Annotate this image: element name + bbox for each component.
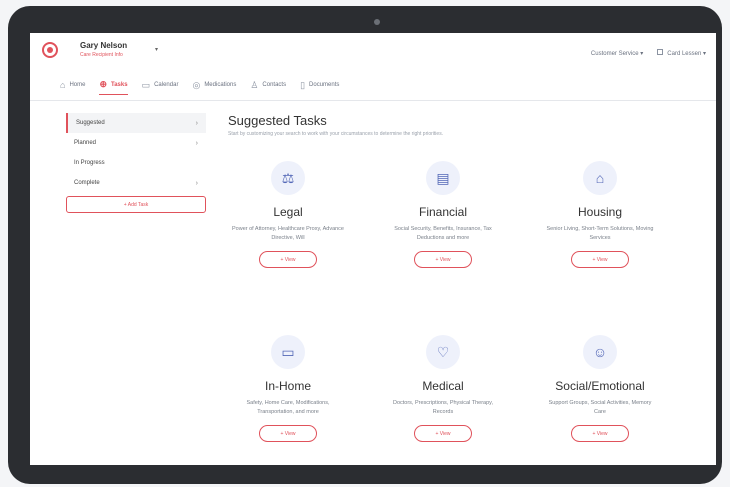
card-description: Doctors, Prescriptions, Physical Therapy…	[392, 400, 494, 415]
tab-tasks[interactable]: ⊕ Tasks	[99, 75, 128, 95]
tab-label: Home	[69, 82, 86, 88]
sidebar-item-label: In Progress	[74, 160, 105, 166]
task-card-medical: ♡ Medical Doctors, Prescriptions, Physic…	[383, 335, 503, 442]
task-card-social-emotional: ☺ Social/Emotional Support Groups, Socia…	[540, 335, 660, 442]
task-card-in-home: ▭ In-Home Safety, Home Care, Modificatio…	[228, 335, 348, 442]
person-icon: ♙	[250, 79, 259, 90]
tab-label: Contacts	[262, 82, 287, 88]
chevron-right-icon: ›	[195, 179, 198, 187]
user-subtitle[interactable]: Care Recipient Info	[80, 52, 123, 58]
money-icon: ▤	[426, 161, 460, 195]
main-nav: ⌂ Home ⊕ Tasks ▭ Calendar ◎ Medications …	[60, 75, 339, 95]
task-card-financial: ▤ Financial Social Security, Benefits, I…	[383, 161, 503, 268]
user-name[interactable]: Gary Nelson	[80, 41, 127, 50]
tab-label: Calendar	[154, 82, 179, 88]
document-icon: ▯	[300, 79, 306, 90]
tab-label: Tasks	[111, 81, 128, 88]
tasks-icon: ⊕	[99, 79, 107, 89]
card-description: Support Groups, Social Activities, Memor…	[548, 400, 652, 415]
device-frame: Gary Nelson Care Recipient Info ▾ Custom…	[8, 6, 722, 484]
top-bar: Gary Nelson Care Recipient Info ▾ Custom…	[30, 33, 716, 73]
nav-divider	[30, 100, 716, 101]
card-description: Safety, Home Care, Modifications, Transp…	[246, 400, 330, 415]
task-card-housing: ⌂ Housing Senior Living, Short-Term Solu…	[540, 161, 660, 268]
sidebar: Suggested › Planned › In Progress Comple…	[66, 113, 206, 213]
tab-calendar[interactable]: ▭ Calendar	[142, 75, 179, 95]
view-button[interactable]: + View	[414, 425, 472, 442]
customer-service-menu[interactable]: Customer Service ▾	[591, 50, 643, 57]
task-card-legal: ⚖ Legal Power of Attorney, Healthcare Pr…	[228, 161, 348, 268]
sidebar-item-planned[interactable]: Planned ›	[66, 133, 206, 153]
card-description: Power of Attorney, Healthcare Proxy, Adv…	[232, 226, 344, 241]
tab-contacts[interactable]: ♙ Contacts	[250, 75, 286, 95]
card-description: Senior Living, Short-Term Solutions, Mov…	[546, 226, 654, 241]
view-button[interactable]: + View	[259, 425, 317, 442]
tab-label: Documents	[309, 82, 340, 88]
camera	[374, 19, 380, 25]
view-button[interactable]: + View	[571, 251, 629, 268]
chevron-right-icon: ›	[195, 119, 198, 127]
home-icon: ⌂	[60, 80, 66, 90]
chevron-down-icon[interactable]: ▾	[155, 46, 158, 53]
card-title: Medical	[422, 379, 464, 393]
sidebar-item-label: Complete	[74, 180, 100, 186]
add-task-button[interactable]: + Add Task	[66, 196, 206, 213]
pills-icon: ◎	[192, 79, 201, 90]
card-title: Housing	[577, 205, 623, 219]
view-button[interactable]: + View	[414, 251, 472, 268]
card-title: Legal	[273, 205, 303, 219]
view-button[interactable]: + View	[259, 251, 317, 268]
tab-medications[interactable]: ◎ Medications	[192, 75, 236, 95]
sidebar-item-label: Planned	[74, 140, 97, 146]
card-title: Financial	[418, 205, 468, 219]
card-description: Social Security, Benefits, Insurance, Ta…	[394, 226, 492, 241]
social-icon: ☺	[583, 335, 617, 369]
tab-label: Medications	[204, 82, 237, 88]
scales-icon: ⚖	[271, 161, 305, 195]
account-menu[interactable]: Card Lessen ▾	[657, 49, 706, 57]
tab-documents[interactable]: ▯ Documents	[300, 75, 339, 95]
card-title: In-Home	[264, 379, 311, 393]
heart-pulse-icon: ♡	[426, 335, 460, 369]
bed-icon: ▭	[271, 335, 305, 369]
sidebar-item-in-progress[interactable]: In Progress	[66, 153, 206, 173]
sidebar-item-complete[interactable]: Complete ›	[66, 173, 206, 193]
account-icon	[657, 49, 664, 55]
app-logo-icon	[42, 42, 58, 58]
page-subtitle: Start by customizing your search to work…	[228, 131, 444, 137]
page-title: Suggested Tasks	[228, 113, 327, 128]
house-icon: ⌂	[583, 161, 617, 195]
card-title: Social/Emotional	[555, 379, 645, 393]
sidebar-item-label: Suggested	[76, 120, 105, 126]
top-right-menu: Customer Service ▾ Card Lessen ▾	[591, 49, 706, 57]
view-button[interactable]: + View	[571, 425, 629, 442]
sidebar-item-suggested[interactable]: Suggested ›	[66, 113, 206, 133]
calendar-icon: ▭	[141, 79, 151, 90]
app-screen: Gary Nelson Care Recipient Info ▾ Custom…	[30, 33, 716, 465]
chevron-right-icon: ›	[195, 139, 198, 147]
tab-home[interactable]: ⌂ Home	[60, 75, 85, 95]
